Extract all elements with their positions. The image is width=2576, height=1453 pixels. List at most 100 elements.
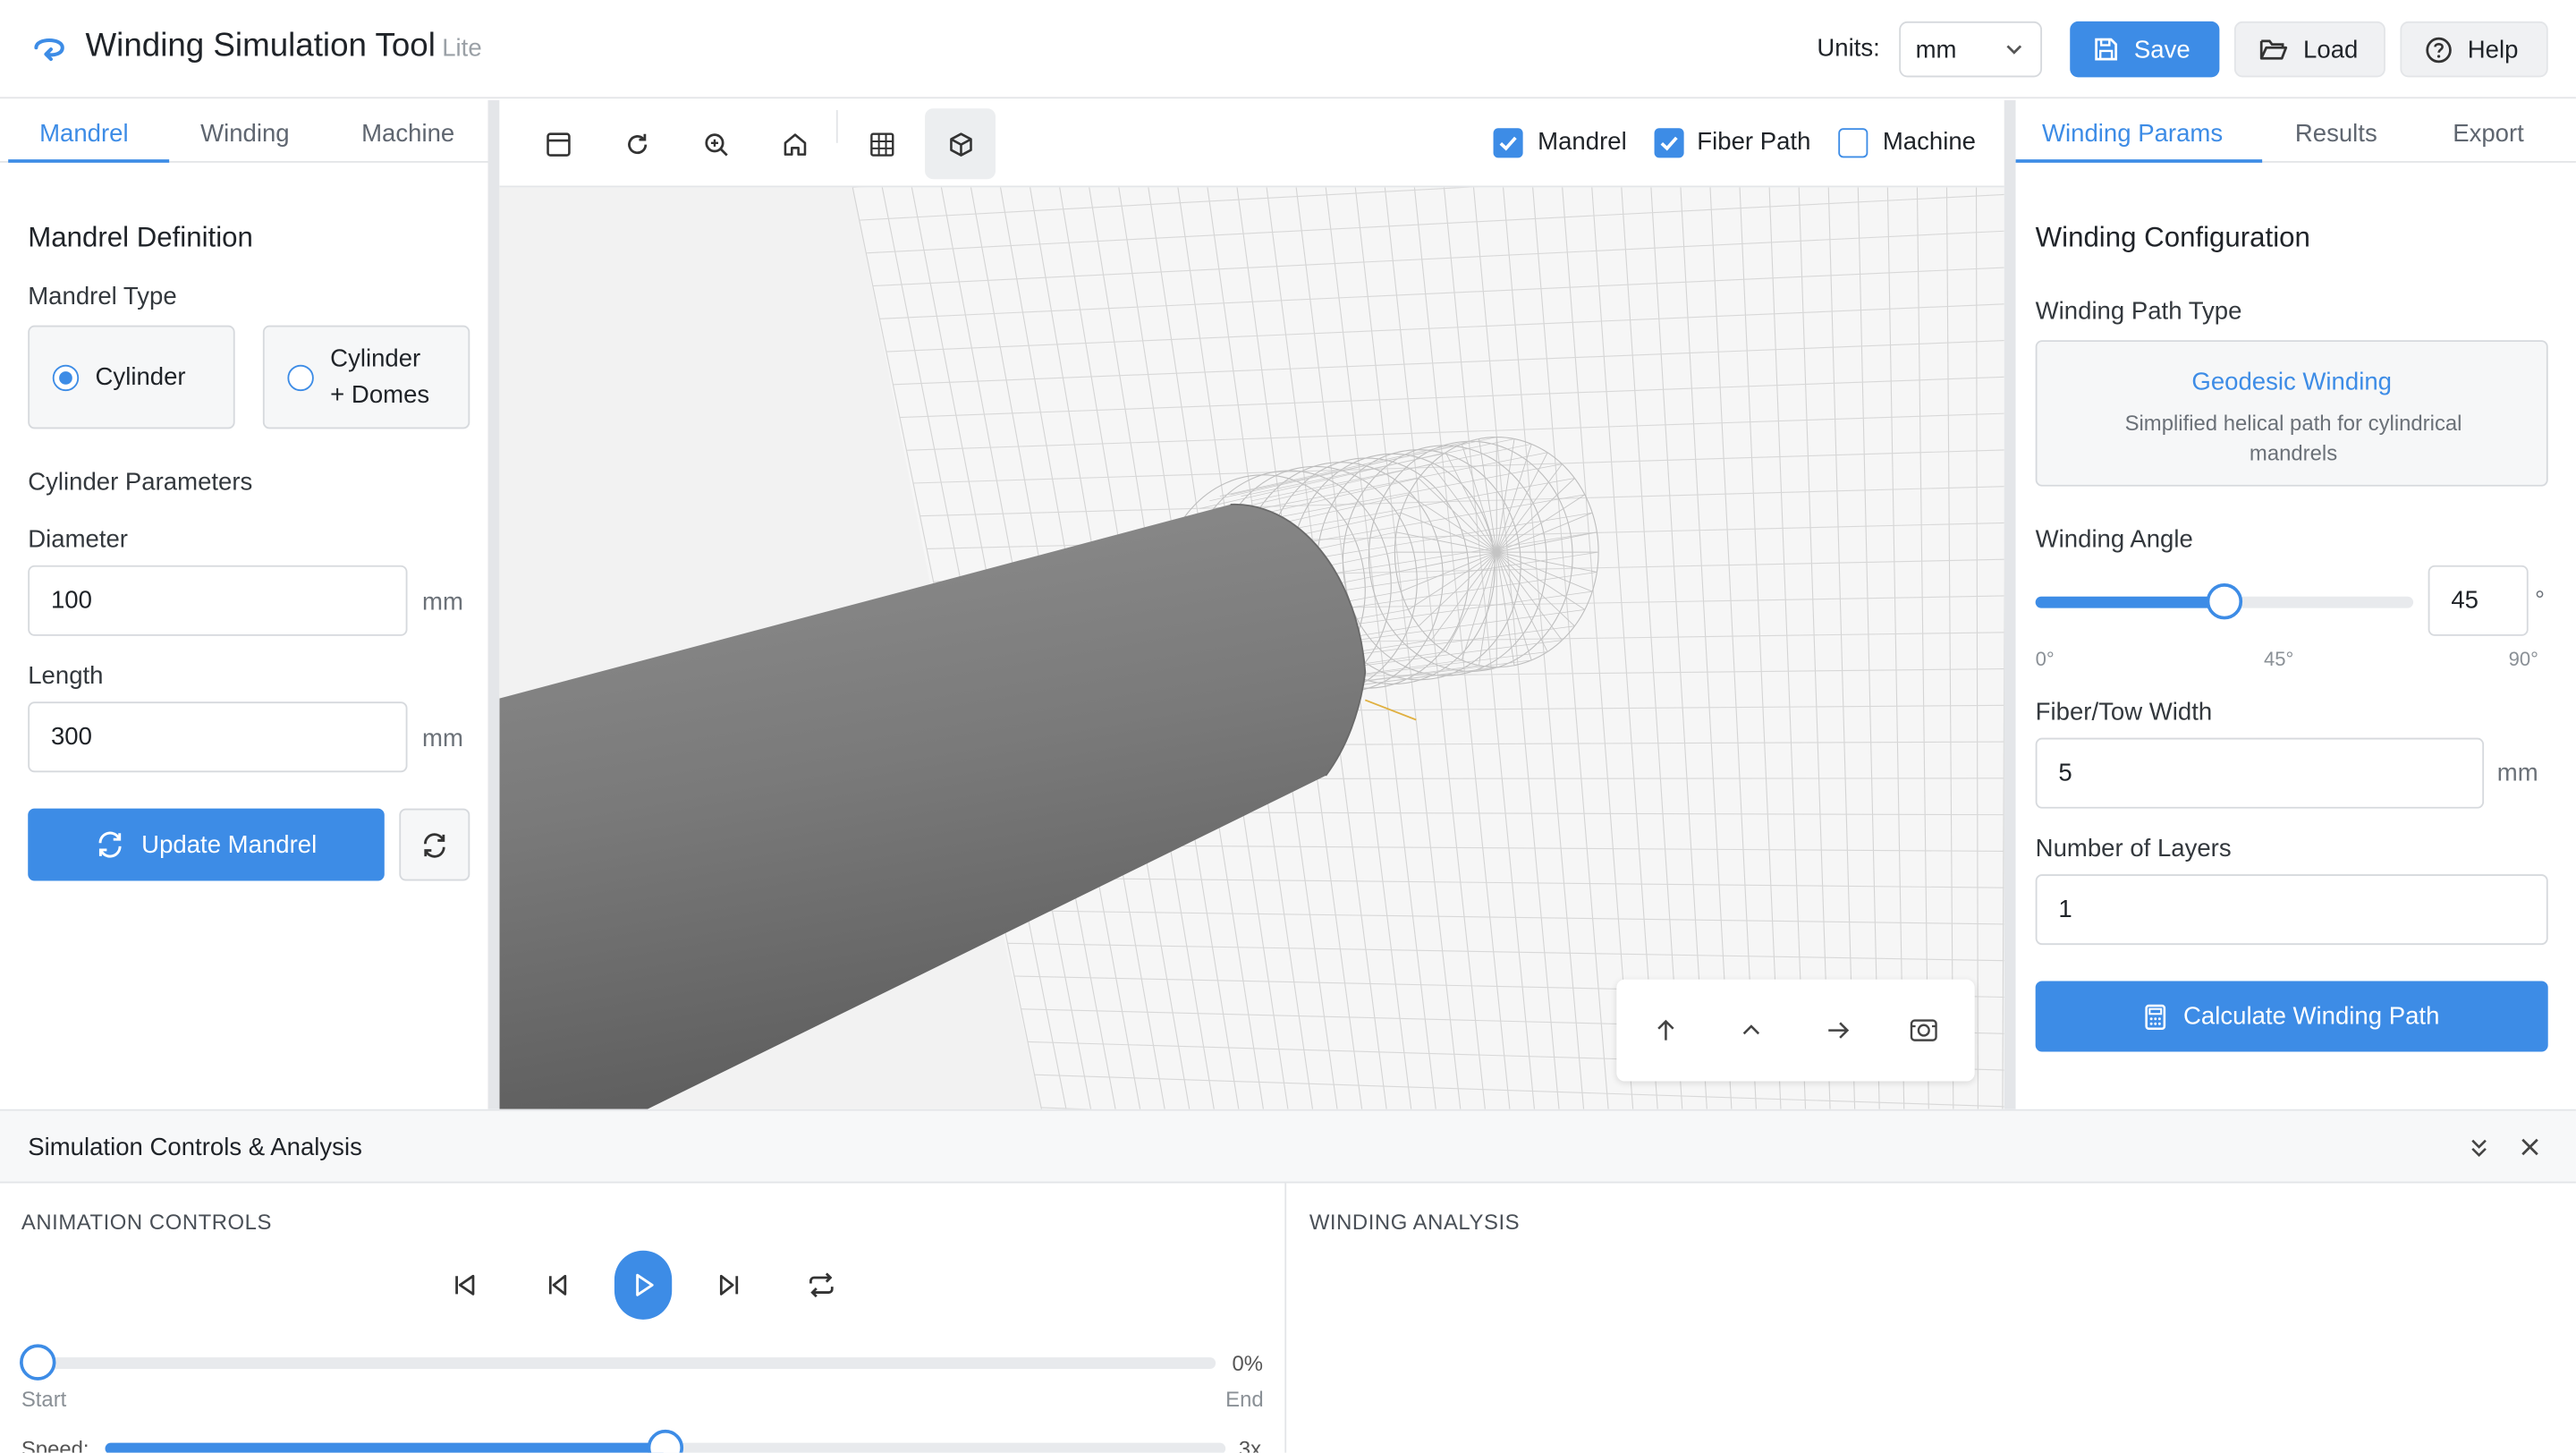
view-iso-button[interactable] — [1902, 1009, 1945, 1052]
animation-progress-thumb[interactable] — [20, 1344, 56, 1381]
chevron-up-icon — [1742, 1024, 1760, 1035]
angle-tick-min: 0° — [2035, 647, 2055, 671]
angle-tick-mid: 45° — [2263, 647, 2294, 671]
mandrel-type-label: Mandrel Type — [28, 282, 177, 311]
units-select[interactable]: mm — [1899, 21, 2043, 78]
home-view-button[interactable] — [759, 108, 830, 179]
tab-export[interactable]: Export — [2453, 120, 2524, 148]
speed-slider-fill — [105, 1442, 665, 1453]
arrow-right-icon — [1828, 1022, 1850, 1039]
length-label: Length — [28, 662, 104, 691]
mandrel-definition-title: Mandrel Definition — [28, 221, 253, 253]
toggle-panel-button[interactable] — [522, 108, 593, 179]
layers-label: Number of Layers — [2035, 835, 2232, 863]
speed-max-label: 3x — [1238, 1436, 1262, 1453]
simulation-panel-header: Simulation Controls & Analysis — [0, 1110, 2576, 1184]
tow-width-label: Fiber/Tow Width — [2035, 698, 2213, 726]
view-top-button[interactable] — [1730, 1009, 1773, 1052]
view-side-button[interactable] — [1817, 1009, 1860, 1052]
3d-viewport[interactable]: Mandrel Fiber Path Machine — [499, 100, 2004, 1109]
panel-icon — [546, 132, 570, 156]
check-icon — [1499, 136, 1517, 151]
winding-analysis-title: WINDING ANALYSIS — [1309, 1209, 1521, 1235]
winding-angle-slider-thumb[interactable] — [2206, 583, 2243, 620]
step-back-button[interactable] — [538, 1265, 577, 1304]
help-button[interactable]: Help — [2400, 21, 2548, 78]
reset-mandrel-button[interactable] — [399, 808, 470, 881]
3d-scene-canvas[interactable] — [499, 187, 2004, 1109]
path-type-description: Simplified helical path for cylindrical … — [2124, 411, 2462, 465]
speed-slider-thumb[interactable] — [647, 1429, 684, 1453]
radio-cylinder-domes[interactable]: Cylinder + Domes — [262, 325, 470, 429]
collapse-icon[interactable] — [2468, 1135, 2491, 1159]
right-panel: Winding Params Results Export Winding Co… — [2015, 100, 2576, 1109]
radio-cylinder-domes-label-line2: + Domes — [330, 381, 430, 410]
animation-progress-slider[interactable] — [38, 1357, 1216, 1369]
view-navigation-pad — [1616, 979, 1975, 1082]
mandrel-visibility-checkbox[interactable] — [1493, 128, 1523, 158]
3d-view-button[interactable] — [925, 108, 996, 180]
length-input[interactable]: 300 — [28, 701, 408, 773]
calculator-icon — [2145, 1003, 2166, 1030]
right-panel-resizer[interactable] — [2004, 100, 2016, 1109]
save-button[interactable]: Save — [2070, 21, 2220, 78]
load-button-label: Load — [2303, 35, 2359, 64]
zoom-in-button[interactable] — [680, 108, 750, 179]
refresh-icon — [98, 831, 122, 858]
update-mandrel-button[interactable]: Update Mandrel — [28, 808, 385, 881]
layers-input[interactable]: 1 — [2035, 874, 2548, 946]
update-mandrel-label: Update Mandrel — [141, 830, 318, 859]
chevron-down-icon — [2006, 45, 2022, 55]
radio-cylinder-indicator — [52, 364, 80, 392]
animation-controls-title: ANIMATION CONTROLS — [21, 1209, 273, 1235]
loop-toggle-button[interactable] — [801, 1265, 841, 1304]
header-bar: Winding Simulation Tool Lite Units: mm Sa… — [0, 0, 2576, 99]
view-front-button[interactable] — [1645, 1009, 1688, 1052]
tab-winding[interactable]: Winding — [200, 120, 290, 148]
check-icon — [1660, 136, 1678, 151]
machine-visibility-label: Machine — [1882, 128, 1977, 157]
radio-cylinder-domes-indicator — [287, 364, 314, 392]
tow-width-input[interactable]: 5 — [2035, 737, 2485, 809]
tab-results[interactable]: Results — [2295, 120, 2377, 148]
angle-tick-max: 90° — [2508, 647, 2538, 671]
tab-machine[interactable]: Machine — [361, 120, 454, 148]
winding-path-type-label: Winding Path Type — [2035, 297, 2242, 326]
length-unit: mm — [422, 724, 463, 753]
tab-mandrel[interactable]: Mandrel — [39, 120, 129, 148]
help-circle-icon — [2426, 36, 2452, 63]
app-edition: Lite — [442, 34, 482, 63]
refresh-icon — [424, 832, 445, 857]
grid-toggle-button[interactable] — [846, 108, 917, 179]
play-button[interactable] — [614, 1250, 673, 1320]
reset-view-button[interactable] — [601, 108, 672, 179]
speed-label: Speed: — [21, 1436, 89, 1453]
diameter-input[interactable]: 100 — [28, 565, 408, 636]
fiber-path-visibility-checkbox[interactable] — [1654, 128, 1684, 158]
calculate-winding-path-button[interactable]: Calculate Winding Path — [2035, 981, 2548, 1052]
camera-view-icon — [1910, 1019, 1937, 1041]
app-title: Winding Simulation Tool Lite — [86, 28, 482, 65]
radio-cylinder-label: Cylinder — [95, 362, 186, 392]
progress-percent: 0% — [1232, 1350, 1264, 1376]
winding-angle-input[interactable]: 45 — [2428, 565, 2529, 636]
tow-width-unit: mm — [2496, 759, 2538, 787]
cylinder-params-title: Cylinder Parameters — [28, 468, 253, 497]
tab-winding-params[interactable]: Winding Params — [2042, 120, 2223, 148]
progress-end-label: End — [1225, 1387, 1264, 1412]
home-icon — [783, 132, 806, 156]
cube-icon — [949, 132, 971, 156]
load-button[interactable]: Load — [2233, 21, 2385, 78]
radio-cylinder[interactable]: Cylinder — [28, 325, 235, 429]
close-icon[interactable] — [2519, 1135, 2542, 1159]
machine-visibility-checkbox[interactable] — [1838, 128, 1868, 158]
mandrel-visibility-label: Mandrel — [1538, 128, 1627, 157]
step-forward-icon — [719, 1274, 739, 1296]
skip-to-start-button[interactable] — [445, 1265, 485, 1304]
units-select-value: mm — [1915, 36, 1957, 64]
play-icon — [635, 1273, 653, 1296]
step-forward-button[interactable] — [709, 1265, 749, 1304]
left-panel-resizer[interactable] — [487, 100, 500, 1109]
diameter-label: Diameter — [28, 525, 129, 554]
winding-path-type-card[interactable]: Geodesic Winding Simplified helical path… — [2035, 340, 2548, 487]
